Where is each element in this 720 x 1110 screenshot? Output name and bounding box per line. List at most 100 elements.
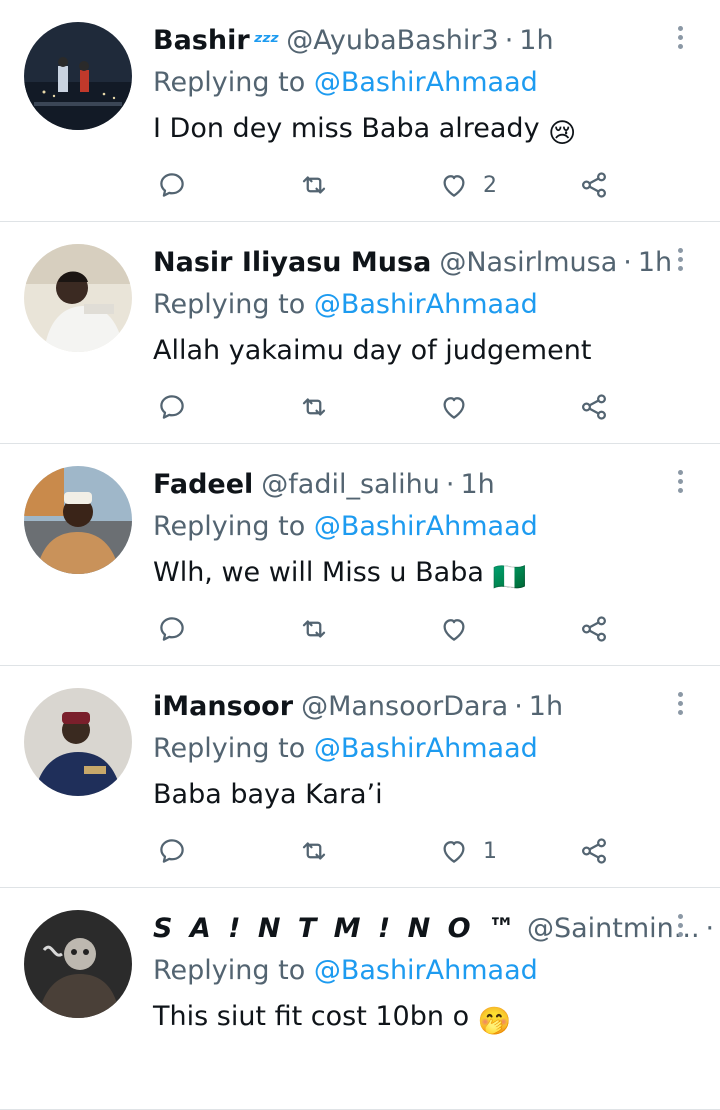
share-button[interactable] bbox=[579, 834, 609, 868]
display-name[interactable]: iMansoor bbox=[153, 691, 293, 722]
more-options-icon[interactable] bbox=[674, 248, 686, 276]
share-icon bbox=[581, 616, 607, 642]
like-count: 1 bbox=[483, 838, 497, 864]
timestamp[interactable]: 1h bbox=[529, 691, 563, 722]
share-button[interactable] bbox=[579, 390, 609, 424]
share-button[interactable] bbox=[579, 612, 609, 646]
replying-handle-link[interactable]: @BashirAhmaad bbox=[314, 955, 538, 986]
replying-prefix: Replying to bbox=[153, 67, 306, 98]
replying-handle-link[interactable]: @BashirAhmaad bbox=[314, 289, 538, 320]
more-options-icon[interactable] bbox=[674, 26, 686, 54]
reply-icon bbox=[160, 617, 184, 641]
tweet-text: This siut fit cost 10bn o 🤭 bbox=[153, 1000, 511, 1039]
tweet-header: iMansoor @MansoorDara · 1h bbox=[153, 690, 660, 724]
avatar[interactable] bbox=[24, 466, 132, 574]
avatar[interactable] bbox=[24, 22, 132, 130]
retweet-button[interactable] bbox=[299, 834, 329, 868]
reply-icon bbox=[160, 839, 184, 863]
reply-button[interactable] bbox=[157, 390, 187, 424]
separator-dot: · bbox=[514, 691, 523, 722]
user-handle[interactable]: @MansoorDara bbox=[301, 691, 508, 722]
share-icon bbox=[581, 394, 607, 420]
timestamp[interactable]: 1h bbox=[460, 469, 494, 500]
avatar-image bbox=[24, 688, 132, 796]
tweet-actions: 1 bbox=[153, 826, 633, 876]
replying-prefix: Replying to bbox=[153, 289, 306, 320]
heart-icon bbox=[443, 175, 465, 197]
avatar-image bbox=[24, 466, 132, 574]
replying-prefix: Replying to bbox=[153, 955, 306, 986]
tweet-header: S A ! N T M ! N O ™@Saintmin...·1h bbox=[153, 912, 714, 946]
display-name[interactable]: Fadeel bbox=[153, 469, 253, 500]
display-name[interactable]: S A ! N T M ! N O ™ bbox=[153, 913, 519, 944]
retweet-button[interactable] bbox=[299, 168, 329, 202]
timestamp[interactable]: 1h bbox=[638, 247, 672, 278]
face-with-hand-over-mouth-emoji: 🤭 bbox=[477, 1006, 512, 1037]
replying-to: Replying to @BashirAhmaad bbox=[153, 66, 538, 100]
separator-dot: · bbox=[504, 25, 514, 56]
replying-to: Replying to @BashirAhmaad bbox=[153, 954, 538, 988]
replying-prefix: Replying to bbox=[153, 733, 306, 764]
reply-button[interactable] bbox=[157, 168, 187, 202]
tweet-text: Wlh, we will Miss u Baba 🇳🇬 bbox=[153, 556, 526, 595]
replying-to: Replying to @BashirAhmaad bbox=[153, 732, 538, 766]
reply-button[interactable] bbox=[157, 834, 187, 868]
separator-dot: · bbox=[623, 247, 632, 278]
timestamp[interactable]: 1h bbox=[519, 25, 553, 56]
more-options-icon[interactable] bbox=[674, 692, 686, 720]
like-button[interactable] bbox=[439, 612, 469, 646]
tweet-reply[interactable]: Bashir ᶻᶻᶻ @AyubaBashir3 · 1h Replying to @B… bbox=[0, 0, 720, 222]
display-name[interactable]: Nasir Iliyasu Musa bbox=[153, 247, 431, 278]
tweet-header: Fadeel @fadil_salihu · 1h bbox=[153, 468, 660, 502]
share-icon bbox=[581, 838, 607, 864]
user-handle[interactable]: @Nasirlmusa bbox=[439, 247, 617, 278]
tweet-reply[interactable]: iMansoor @MansoorDara · 1h Replying to @Bas… bbox=[0, 666, 720, 888]
heart-icon bbox=[443, 397, 465, 419]
tweet-header: Bashir ᶻᶻᶻ @AyubaBashir3 · 1h bbox=[153, 24, 660, 60]
tweet-header: Nasir Iliyasu Musa @Nasirlmusa · 1h bbox=[153, 246, 672, 280]
user-handle[interactable]: @AyubaBashir3 bbox=[286, 25, 498, 56]
heart-icon bbox=[443, 841, 465, 863]
separator-dot: · bbox=[445, 469, 455, 500]
share-button[interactable] bbox=[579, 168, 609, 202]
like-count: 2 bbox=[483, 172, 497, 198]
tweet-body: I Don dey miss Baba already bbox=[153, 113, 540, 144]
avatar[interactable] bbox=[24, 244, 132, 352]
share-icon bbox=[581, 172, 607, 198]
zzz-badge-icon: ᶻᶻᶻ bbox=[253, 30, 280, 55]
tweet-reply[interactable]: Fadeel @fadil_salihu · 1h Replying to @Bash… bbox=[0, 444, 720, 666]
tweet-actions bbox=[153, 604, 633, 654]
more-options-icon[interactable] bbox=[674, 914, 686, 942]
heart-icon bbox=[443, 619, 465, 641]
tweet-actions bbox=[153, 382, 633, 432]
like-button[interactable]: 1 bbox=[439, 834, 497, 868]
tweet-body: Allah yakaimu day of judgement bbox=[153, 335, 592, 366]
avatar-image bbox=[24, 22, 132, 130]
replying-prefix: Replying to bbox=[153, 511, 306, 542]
reply-button[interactable] bbox=[157, 612, 187, 646]
tweet-body: Wlh, we will Miss u Baba bbox=[153, 557, 484, 588]
retweet-button[interactable] bbox=[299, 612, 329, 646]
avatar[interactable] bbox=[24, 688, 132, 796]
retweet-icon bbox=[302, 398, 326, 416]
tweet-text: Baba baya Kara’i bbox=[153, 778, 383, 812]
more-options-icon[interactable] bbox=[674, 470, 686, 498]
tweet-actions: 2 bbox=[153, 160, 633, 210]
retweet-icon bbox=[302, 176, 326, 194]
tweet-reply[interactable]: Nasir Iliyasu Musa @Nasirlmusa · 1h Replyin… bbox=[0, 222, 720, 444]
nigeria-flag-emoji: 🇳🇬 bbox=[492, 562, 527, 593]
retweet-icon bbox=[302, 620, 326, 638]
replying-handle-link[interactable]: @BashirAhmaad bbox=[314, 67, 538, 98]
tweet-text: I Don dey miss Baba already 😢 bbox=[153, 112, 576, 151]
tweet-reply[interactable]: S A ! N T M ! N O ™@Saintmin...·1h Reply… bbox=[0, 888, 720, 1110]
display-name[interactable]: Bashir bbox=[153, 25, 250, 56]
like-button[interactable]: 2 bbox=[439, 168, 497, 202]
user-handle[interactable]: @fadil_salihu bbox=[261, 469, 440, 500]
like-button[interactable] bbox=[439, 390, 469, 424]
replying-handle-link[interactable]: @BashirAhmaad bbox=[314, 511, 538, 542]
retweet-button[interactable] bbox=[299, 390, 329, 424]
separator-dot: · bbox=[705, 913, 715, 944]
retweet-icon bbox=[302, 842, 326, 860]
replying-handle-link[interactable]: @BashirAhmaad bbox=[314, 733, 538, 764]
avatar[interactable] bbox=[24, 910, 132, 1018]
